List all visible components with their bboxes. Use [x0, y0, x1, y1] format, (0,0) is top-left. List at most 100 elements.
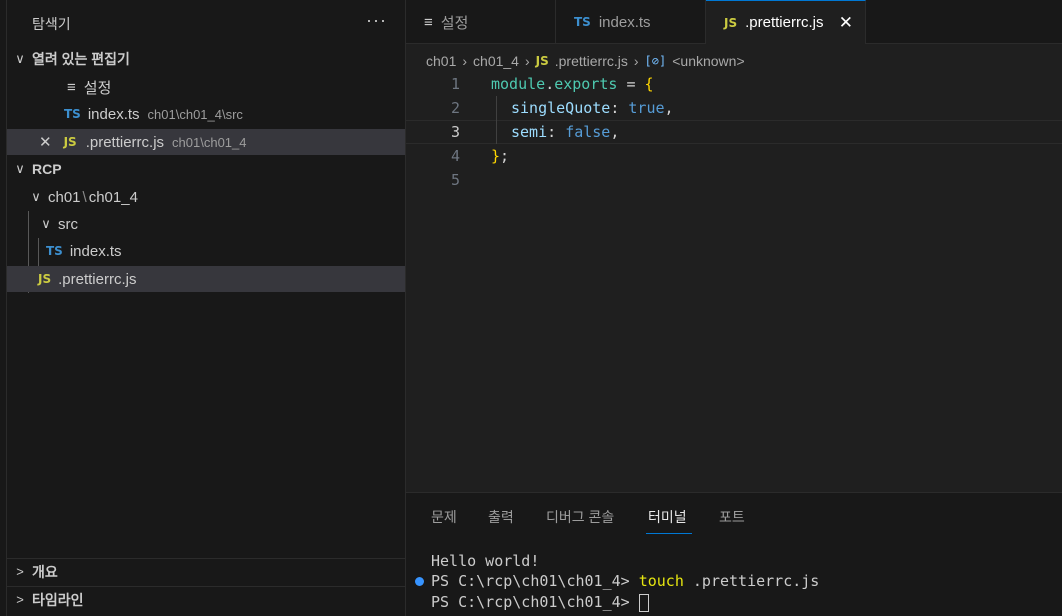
code-text: singleQuote: true,: [511, 99, 674, 117]
open-editor-item-prettierrc[interactable]: ✕ JS .prettierrc.js ch01\ch01_4: [7, 129, 405, 155]
javascript-file-icon: JS: [63, 135, 77, 149]
token: singleQuote: [511, 99, 611, 117]
symbol-variable-icon: [⊘]: [644, 54, 667, 68]
token: {: [644, 75, 654, 93]
code-text: };: [491, 147, 509, 165]
chevron-right-icon: ›: [633, 53, 639, 69]
token: module: [491, 75, 546, 93]
file-index-ts[interactable]: TS index.ts: [7, 238, 405, 264]
breadcrumb: ch01 › ch01_4 › JS .prettierrc.js › [⊘] …: [426, 50, 745, 72]
chevron-right-icon: ›: [524, 53, 530, 69]
settings-file-icon: ≡: [67, 78, 76, 96]
chevron-right-icon: ›: [462, 53, 468, 69]
open-editors-header[interactable]: ∨ 열려 있는 편집기: [7, 46, 405, 72]
terminal-cursor: [638, 593, 649, 612]
line-number: 5: [450, 171, 460, 189]
typescript-file-icon: TS: [46, 244, 63, 258]
code-indent-guide: [496, 96, 497, 144]
timeline-title: 타임라인: [32, 591, 84, 608]
javascript-file-icon: JS: [38, 272, 52, 286]
outline-section-header[interactable]: > 개요: [7, 558, 405, 584]
breadcrumb-item[interactable]: <unknown>: [672, 53, 744, 69]
folder-label: ch01_4: [88, 188, 138, 206]
terminal-command-line: PS C:\rcp\ch01\ch01_4> touch .prettierrc…: [431, 572, 819, 590]
breadcrumb-item[interactable]: ch01: [426, 53, 456, 69]
terminal-command: touch: [638, 572, 684, 590]
path-separator: \: [82, 188, 87, 206]
bottom-panel: 문제 출력 디버그 콘솔 터미널 포트 Hello world! PS C:\r…: [406, 492, 1062, 616]
panel-tab-problems[interactable]: 문제: [431, 507, 457, 527]
open-editor-item-index-ts[interactable]: TS index.ts ch01\ch01_4\src: [7, 101, 405, 127]
close-icon[interactable]: ✕: [39, 133, 52, 151]
chevron-down-icon: ∨: [31, 189, 41, 204]
project-section-header[interactable]: ∨ RCP: [7, 156, 405, 182]
open-editor-label: 설정: [83, 79, 112, 97]
panel-tab-ports[interactable]: 포트: [719, 507, 745, 527]
editor-tab-bar: ≡ 설정 TS index.ts JS .prettierrc.js ✕: [406, 0, 1062, 44]
typescript-file-icon: TS: [64, 107, 81, 121]
token: ,: [664, 99, 674, 117]
panel-tab-output[interactable]: 출력: [488, 507, 514, 527]
tab-label: 설정: [440, 14, 469, 32]
active-tab-indicator: [646, 533, 692, 534]
file-prettierrc-js[interactable]: JS .prettierrc.js: [7, 266, 405, 292]
chevron-right-icon: >: [16, 592, 24, 607]
tab-prettierrc-js[interactable]: JS .prettierrc.js ✕: [706, 0, 866, 44]
terminal-argument: .prettierrc.js: [683, 572, 820, 590]
tab-label: .prettierrc.js: [745, 14, 824, 31]
folder-label: ch01: [48, 188, 81, 206]
folder-ch01-ch01_4[interactable]: ∨ ch01 \ ch01_4: [7, 184, 405, 210]
more-actions-icon[interactable]: ···: [366, 10, 387, 31]
line-number: 3: [450, 123, 460, 141]
file-label: .prettierrc.js: [58, 270, 137, 288]
timeline-section-header[interactable]: > 타임라인: [7, 586, 405, 612]
token: :: [610, 99, 629, 117]
terminal-input-line[interactable]: PS C:\rcp\ch01\ch01_4>: [431, 593, 649, 612]
command-status-dot-icon[interactable]: [415, 577, 424, 586]
line-number: 4: [450, 147, 460, 165]
token: ;: [500, 147, 510, 165]
folder-src[interactable]: ∨ src: [7, 211, 405, 237]
code-line: 5: [406, 168, 1062, 192]
tab-label: index.ts: [598, 13, 651, 31]
tab-settings[interactable]: ≡ 설정: [406, 0, 556, 44]
typescript-file-icon: TS: [574, 15, 591, 29]
token: .: [545, 75, 555, 93]
open-editor-path: ch01\ch01_4: [172, 134, 247, 150]
close-tab-icon[interactable]: ✕: [839, 13, 853, 33]
code-line-current: 3 semi: false,: [406, 120, 1062, 144]
file-label: index.ts: [69, 242, 122, 260]
terminal-prompt: PS C:\rcp\ch01\ch01_4>: [431, 593, 639, 611]
chevron-down-icon: ∨: [15, 51, 25, 66]
panel-tab-terminal[interactable]: 터미널: [648, 507, 687, 527]
terminal-prompt: PS C:\rcp\ch01\ch01_4>: [431, 572, 639, 590]
code-text: semi: false,: [511, 123, 619, 141]
folder-label: src: [58, 215, 78, 233]
open-editor-label: index.ts: [87, 105, 140, 123]
outline-title: 개요: [32, 563, 58, 580]
tab-index-ts[interactable]: TS index.ts: [556, 0, 706, 44]
javascript-file-icon: JS: [724, 15, 738, 30]
token: :: [547, 123, 566, 141]
chevron-right-icon: >: [16, 564, 24, 579]
code-text: module.exports = {: [491, 75, 654, 93]
token: false: [565, 123, 611, 141]
breadcrumb-item[interactable]: ch01_4: [473, 53, 519, 69]
line-number: 2: [450, 99, 460, 117]
line-number: 1: [450, 75, 460, 93]
explorer-sidebar: 탐색기 ··· ∨ 열려 있는 편집기 ≡ 설정 TS index.ts ch0…: [0, 0, 406, 616]
settings-file-icon: ≡: [424, 13, 433, 31]
token: semi: [511, 123, 548, 141]
panel-tab-debug-console[interactable]: 디버그 콘솔: [546, 507, 614, 527]
activity-bar-edge: [0, 0, 7, 616]
token: }: [491, 147, 501, 165]
explorer-title: 탐색기: [32, 16, 71, 32]
breadcrumb-item[interactable]: .prettierrc.js: [555, 53, 628, 69]
project-title: RCP: [32, 161, 62, 177]
code-line: 2 singleQuote: true,: [406, 96, 1062, 120]
token: =: [617, 75, 645, 93]
code-line: 1 module.exports = {: [406, 72, 1062, 96]
javascript-file-icon: JS: [535, 54, 549, 68]
open-editor-item-settings[interactable]: ≡ 설정: [7, 74, 405, 100]
code-line: 4 };: [406, 144, 1062, 168]
